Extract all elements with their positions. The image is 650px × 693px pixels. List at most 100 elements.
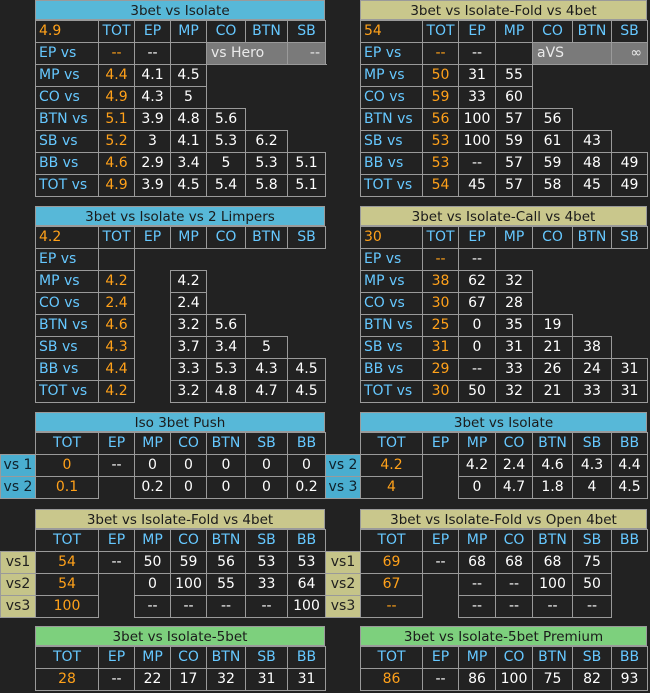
- cell: 0: [458, 314, 496, 337]
- table-row: SB vs 31 0 31 21 38: [360, 336, 648, 359]
- cell: [99, 596, 135, 618]
- col-header: BB: [287, 646, 326, 669]
- cell: 5: [170, 86, 207, 109]
- row-label: CO vs: [35, 292, 99, 315]
- cell: 33: [572, 380, 612, 403]
- row-label: BTN vs: [360, 314, 423, 337]
- table-row: EP vs -- --: [360, 248, 648, 271]
- cell: 32: [495, 380, 533, 403]
- cell: --: [360, 595, 423, 618]
- col-header: EP: [458, 20, 496, 43]
- table-row: BTN vs 5.1 3.9 4.8 5.6: [35, 108, 326, 131]
- col-header: EP: [134, 20, 171, 43]
- cell: --: [98, 454, 135, 477]
- cell: 0: [170, 454, 207, 477]
- cell: [423, 596, 459, 618]
- header-row: TOT EP MP CO BTN SB BB: [326, 529, 648, 552]
- row-label: SB vs: [35, 336, 99, 359]
- cell: 4.4: [611, 454, 648, 477]
- cell: 4.2: [170, 270, 207, 293]
- stats-table: TOT EP MP CO BTN SB BB vs1 69 -- 68 68 6…: [325, 529, 648, 618]
- cell: [98, 248, 135, 271]
- cell: 31: [245, 668, 288, 691]
- cell: 3.7: [170, 336, 207, 359]
- table-row: CO vs 59 33 60: [360, 86, 648, 109]
- cell: 5.1: [98, 108, 135, 131]
- cell: --: [422, 551, 459, 574]
- cell: 54: [35, 551, 99, 574]
- col-header: MP: [170, 20, 207, 43]
- cell: 100: [170, 573, 207, 596]
- cell: 0: [287, 454, 326, 477]
- col-header: MP: [458, 432, 496, 455]
- cell: 4.3: [98, 336, 135, 359]
- cell: 55: [206, 573, 246, 596]
- cell: 31: [422, 336, 459, 359]
- col-header: TOT: [35, 432, 99, 455]
- cell: 30: [422, 380, 459, 403]
- stats-table: 4.2 TOT EP MP CO BTN SB EP vs MP vs 4.2 …: [35, 226, 326, 403]
- col-header: SB: [245, 646, 288, 669]
- row-label: EP vs: [360, 248, 423, 271]
- cell: 3.3: [170, 358, 207, 381]
- cell: 57: [495, 152, 533, 175]
- side-label: vs2: [325, 573, 361, 596]
- table-row: EP vs: [35, 248, 326, 271]
- cell: --: [422, 668, 459, 691]
- col-header: BTN: [245, 20, 288, 43]
- cell: 3.2: [170, 314, 207, 337]
- table-row: BTN vs 4.6 3.2 5.6: [35, 314, 326, 337]
- row-label: BB vs: [35, 358, 99, 381]
- col-header: SB: [245, 529, 288, 552]
- cell: 26: [532, 358, 573, 381]
- cell: 4.5: [170, 64, 207, 87]
- cell: 5.4: [206, 174, 246, 197]
- header-row: TOT EP MP CO BTN SB BB: [360, 646, 648, 669]
- cell: 49: [611, 152, 648, 175]
- table-row: CO vs 30 67 28: [360, 292, 648, 315]
- table-row: EP vs -- -- vs Hero --: [35, 42, 326, 65]
- cell: 5.8: [245, 174, 288, 197]
- cell: 45: [458, 174, 496, 197]
- row-label: SB vs: [35, 130, 99, 153]
- cell: 59: [495, 130, 533, 153]
- cell: 4.6: [98, 314, 135, 337]
- cell: 28: [495, 292, 533, 315]
- cell: 59: [532, 152, 573, 175]
- side-label: vs 3: [325, 476, 361, 499]
- col-header: MP: [495, 226, 533, 249]
- cell: 100: [532, 573, 573, 596]
- col-header: CO: [495, 432, 533, 455]
- cell: 5: [206, 152, 246, 175]
- col-header: TOT: [422, 226, 459, 249]
- cell: 4.2: [458, 454, 496, 477]
- col-header: CO: [170, 646, 207, 669]
- cell: 33: [245, 573, 288, 596]
- col-header: CO: [532, 226, 573, 249]
- cell: 0: [458, 336, 496, 359]
- cell: 54: [35, 573, 99, 596]
- cell: --: [98, 668, 135, 691]
- cell: --: [458, 573, 496, 596]
- cell: 54: [422, 174, 459, 197]
- cell: 4: [572, 476, 612, 499]
- cell: 69: [360, 551, 423, 574]
- cell: 4.5: [170, 174, 207, 197]
- col-header: TOT: [360, 529, 423, 552]
- cell: 2.4: [495, 454, 533, 477]
- cell: 45: [572, 174, 612, 197]
- cell: 64: [287, 573, 326, 596]
- col-header: MP: [170, 226, 207, 249]
- col-header: SB: [572, 529, 612, 552]
- header-row: 30 TOT EP MP CO BTN SB: [360, 226, 648, 249]
- cell: 4.2: [98, 380, 135, 403]
- header-row: TOT EP MP CO BTN SB BB: [1, 432, 326, 455]
- cell: --: [134, 42, 171, 65]
- cell: --: [458, 595, 496, 618]
- vs-hero-value: --: [287, 42, 326, 65]
- cell: 24: [572, 358, 612, 381]
- col-header: TOT: [98, 226, 135, 249]
- table-row: BB vs 4.4 3.3 5.3 4.3 4.5: [35, 358, 326, 381]
- cell: --: [98, 42, 135, 65]
- cell: 50: [572, 573, 612, 596]
